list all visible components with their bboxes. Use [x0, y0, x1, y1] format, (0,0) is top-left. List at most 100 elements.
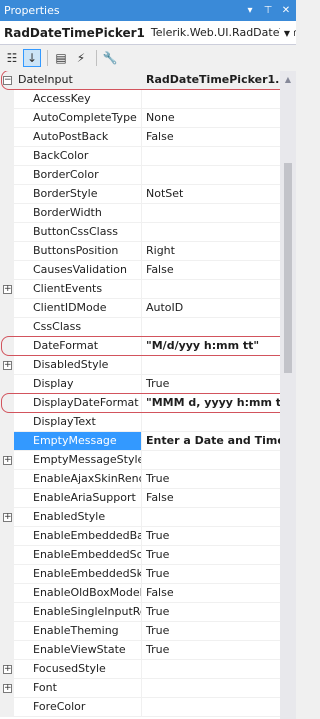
property-name[interactable]: EnableSingleInputRe	[14, 603, 142, 622]
property-row-enabled-style[interactable]: + EnabledStyle	[0, 508, 280, 527]
property-value[interactable]: NotSet	[142, 185, 280, 204]
events-lightning-icon[interactable]: ⚡	[72, 49, 90, 67]
property-row-enable-embedded-scr[interactable]: EnableEmbeddedScr True	[0, 546, 280, 565]
scroll-up-arrow-icon[interactable]: ▲	[280, 71, 296, 87]
expand-icon[interactable]: +	[3, 684, 12, 693]
expand-icon[interactable]: +	[3, 285, 12, 294]
property-row-back-color[interactable]: BackColor	[0, 147, 280, 166]
property-name[interactable]: DateInput	[14, 71, 142, 90]
property-row-font[interactable]: + Font	[0, 679, 280, 698]
expand-icon[interactable]: +	[3, 513, 12, 522]
property-row-border-color[interactable]: BorderColor	[0, 166, 280, 185]
property-name[interactable]: EnableTheming	[14, 622, 142, 641]
property-row-enable-theming[interactable]: EnableTheming True	[0, 622, 280, 641]
property-row-enable-single-input-re[interactable]: EnableSingleInputRe True	[0, 603, 280, 622]
property-name[interactable]: ButtonCssClass	[14, 223, 142, 242]
property-row-enable-aria-support[interactable]: EnableAriaSupport False	[0, 489, 280, 508]
property-name[interactable]: EnableEmbeddedScr	[14, 546, 142, 565]
property-name[interactable]: AutoCompleteType	[14, 109, 142, 128]
property-value[interactable]: Right	[142, 242, 280, 261]
property-name[interactable]: CausesValidation	[14, 261, 142, 280]
property-name[interactable]: AccessKey	[14, 90, 142, 109]
property-value[interactable]	[142, 451, 280, 470]
property-name[interactable]: ClientEvents	[14, 280, 142, 299]
property-row-border-width[interactable]: BorderWidth	[0, 204, 280, 223]
property-value[interactable]: True	[142, 546, 280, 565]
property-row-button-css-class[interactable]: ButtonCssClass	[0, 223, 280, 242]
property-value[interactable]	[142, 679, 280, 698]
close-icon[interactable]: ✕	[278, 3, 294, 19]
property-name[interactable]: EnableAriaSupport	[14, 489, 142, 508]
property-name[interactable]: DisabledStyle	[14, 356, 142, 375]
property-value[interactable]	[142, 356, 280, 375]
alphabetical-sort-icon[interactable]: ↓	[23, 48, 41, 67]
property-name[interactable]: EnableAjaxSkinRende	[14, 470, 142, 489]
property-name[interactable]: ButtonsPosition	[14, 242, 142, 261]
property-pages-wrench-icon[interactable]: 🔧	[101, 49, 119, 67]
expand-icon[interactable]: +	[3, 665, 12, 674]
property-name[interactable]: DateFormat	[14, 337, 142, 356]
property-value[interactable]: True	[142, 375, 280, 394]
property-row-causes-validation[interactable]: CausesValidation False	[0, 261, 280, 280]
property-name[interactable]: EnableEmbeddedSki	[14, 565, 142, 584]
property-name[interactable]: DisplayDateFormat	[14, 394, 142, 413]
property-row-css-class[interactable]: CssClass	[0, 318, 280, 337]
expand-icon[interactable]: +	[3, 361, 12, 370]
property-name[interactable]: Font	[14, 679, 142, 698]
property-value[interactable]	[142, 166, 280, 185]
auto-hide-pin-icon[interactable]: ⊤	[260, 3, 276, 19]
property-value[interactable]: "M/d/yyy h:mm tt"	[142, 337, 280, 356]
property-row-auto-post-back[interactable]: AutoPostBack False	[0, 128, 280, 147]
property-name[interactable]: DisplayText	[14, 413, 142, 432]
property-row-display-text[interactable]: DisplayText	[0, 413, 280, 432]
property-row-auto-complete-type[interactable]: AutoCompleteType None	[0, 109, 280, 128]
property-row-disabled-style[interactable]: + DisabledStyle	[0, 356, 280, 375]
property-row-enable-embedded-bas[interactable]: EnableEmbeddedBas True	[0, 527, 280, 546]
window-menu-icon[interactable]: ▾	[242, 3, 258, 19]
chevron-down-icon[interactable]: ▼	[280, 25, 294, 41]
property-row-focused-style[interactable]: + FocusedStyle	[0, 660, 280, 679]
property-name[interactable]: EnableEmbeddedBas	[14, 527, 142, 546]
property-row-empty-message[interactable]: EmptyMessage Enter a Date and Time	[0, 432, 280, 451]
property-name[interactable]: BorderColor	[14, 166, 142, 185]
scrollbar-thumb[interactable]	[284, 163, 292, 373]
property-name[interactable]: ClientIDMode	[14, 299, 142, 318]
property-value[interactable]	[142, 698, 280, 717]
property-name[interactable]: EnableViewState	[14, 641, 142, 660]
property-value[interactable]: True	[142, 470, 280, 489]
property-row-enable-ajax-skin-rende[interactable]: EnableAjaxSkinRende True	[0, 470, 280, 489]
property-row-client-idmode[interactable]: ClientIDMode AutoID	[0, 299, 280, 318]
property-value[interactable]	[142, 223, 280, 242]
vertical-scrollbar[interactable]: ▲	[280, 71, 296, 719]
property-value[interactable]: True	[142, 641, 280, 660]
property-row-access-key[interactable]: AccessKey	[0, 90, 280, 109]
property-value[interactable]	[142, 318, 280, 337]
property-row-display-date-format[interactable]: DisplayDateFormat "MMM d, yyyy h:mm tt"	[0, 394, 280, 413]
property-row-client-events[interactable]: + ClientEvents	[0, 280, 280, 299]
property-value[interactable]	[142, 90, 280, 109]
property-value[interactable]: RadDateTimePicker1.Da	[142, 71, 280, 90]
property-value[interactable]: False	[142, 261, 280, 280]
collapse-icon[interactable]: −	[3, 76, 12, 85]
property-row-enable-old-box-model[interactable]: EnableOldBoxModel False	[0, 584, 280, 603]
property-value[interactable]: True	[142, 527, 280, 546]
property-value[interactable]: None	[142, 109, 280, 128]
property-row-date-format[interactable]: DateFormat "M/d/yyy h:mm tt"	[0, 337, 280, 356]
property-name[interactable]: FocusedStyle	[14, 660, 142, 679]
property-value[interactable]	[142, 280, 280, 299]
property-value[interactable]: "MMM d, yyyy h:mm tt"	[142, 394, 280, 413]
property-name[interactable]: AutoPostBack	[14, 128, 142, 147]
property-row-enable-view-state[interactable]: EnableViewState True	[0, 641, 280, 660]
property-value[interactable]	[142, 660, 280, 679]
categorized-view-icon[interactable]: ☷	[3, 49, 21, 67]
property-value[interactable]	[142, 508, 280, 527]
property-value[interactable]	[142, 147, 280, 166]
property-name[interactable]: BorderWidth	[14, 204, 142, 223]
property-value[interactable]: True	[142, 622, 280, 641]
property-row-border-style[interactable]: BorderStyle NotSet	[0, 185, 280, 204]
object-selector[interactable]: RadDateTimePicker1 Telerik.Web.UI.RadDat…	[0, 21, 296, 45]
expand-icon[interactable]: +	[3, 456, 12, 465]
property-value[interactable]: True	[142, 565, 280, 584]
property-value[interactable]	[142, 413, 280, 432]
property-name[interactable]: BorderStyle	[14, 185, 142, 204]
